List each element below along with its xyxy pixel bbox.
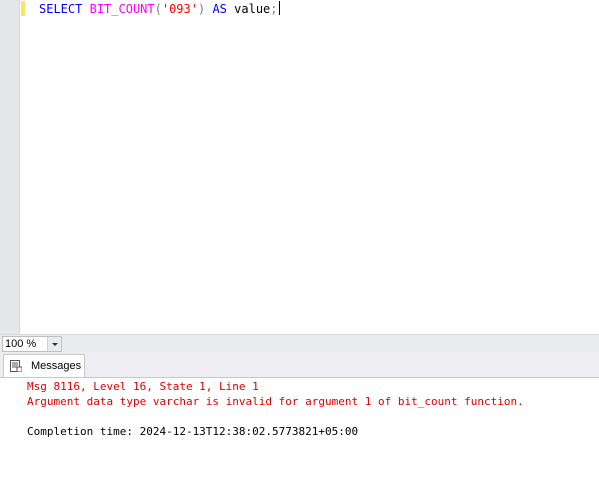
alias-identifier: value bbox=[234, 2, 271, 16]
paren-open: ( bbox=[154, 2, 162, 16]
change-marker bbox=[21, 1, 25, 16]
messages-icon bbox=[10, 360, 22, 372]
horizontal-scrollbar[interactable] bbox=[63, 336, 599, 351]
results-tabstrip: Messages bbox=[0, 352, 599, 378]
completion-time: Completion time: 2024-12-13T12:38:02.577… bbox=[27, 425, 359, 438]
query-editor[interactable]: SELECT BIT_COUNT('093') AS value; bbox=[0, 0, 599, 334]
chevron-down-icon[interactable] bbox=[47, 337, 61, 351]
tab-messages[interactable]: Messages bbox=[3, 354, 85, 377]
error-message-line2: Argument data type varchar is invalid fo… bbox=[27, 395, 524, 408]
results-pane: Messages Msg 8116, Level 16, State 1, Li… bbox=[0, 352, 599, 500]
zoom-select[interactable]: 100 % bbox=[2, 336, 62, 352]
text-caret bbox=[278, 1, 280, 15]
tab-messages-label: Messages bbox=[31, 360, 82, 372]
zoom-value: 100 % bbox=[5, 338, 37, 350]
string-literal: '093' bbox=[161, 2, 198, 16]
semicolon: ; bbox=[270, 2, 278, 16]
editor-gutter bbox=[0, 0, 20, 334]
code-line-1[interactable]: SELECT BIT_COUNT('093') AS value; bbox=[39, 1, 280, 17]
editor-statusbar: 100 % bbox=[0, 334, 599, 352]
keyword-as: AS bbox=[212, 2, 227, 16]
function-name: BIT_COUNT bbox=[89, 2, 155, 16]
error-message-line1: Msg 8116, Level 16, State 1, Line 1 bbox=[27, 380, 259, 393]
paren-close: ) bbox=[197, 2, 206, 16]
keyword-select: SELECT bbox=[39, 2, 83, 16]
